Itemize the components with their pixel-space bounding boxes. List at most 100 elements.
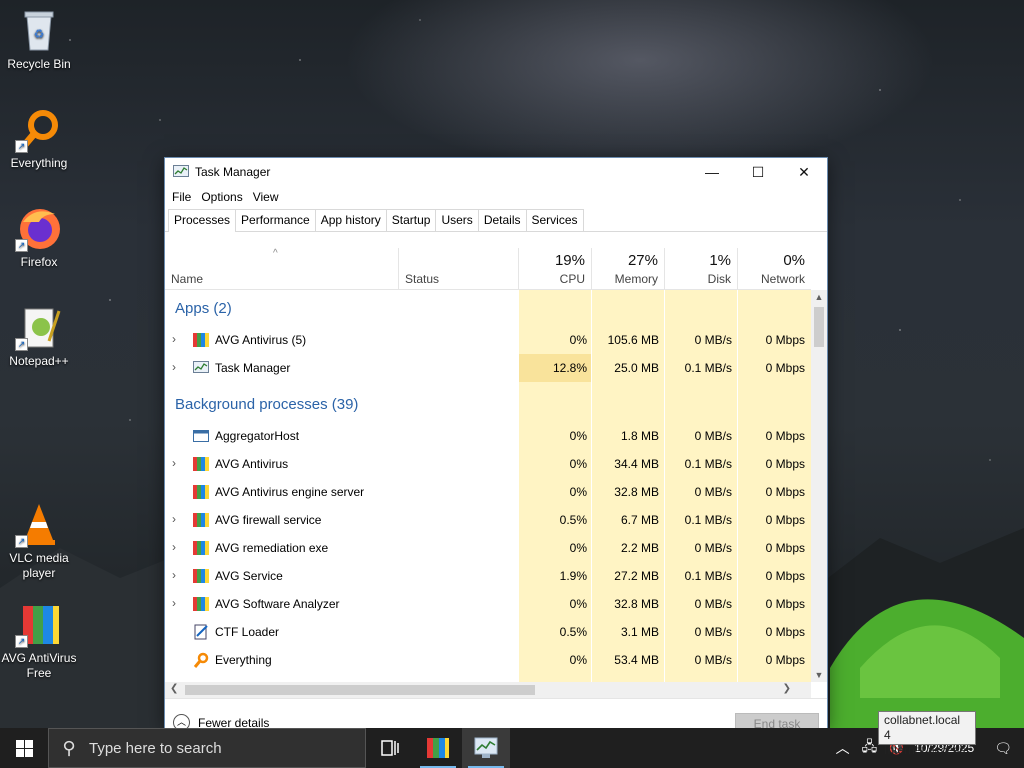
process-row[interactable]: › AVG Antivirus 0% 34.4 MB 0.1 MB/s 0 Mbps <box>165 450 811 478</box>
process-name: AVG remediation exe <box>215 541 329 555</box>
cpu-value: 0% <box>569 541 587 555</box>
taskbar-task-manager-button[interactable] <box>462 728 510 768</box>
group-header-apps: Apps (2) <box>175 300 232 317</box>
memory-value: 53.4 MB <box>614 653 659 667</box>
show-hidden-icons-icon[interactable]: ︿ <box>830 738 856 758</box>
cpu-value: 0% <box>569 597 587 611</box>
task-manager-icon <box>193 360 209 376</box>
vlc-icon: ↗ <box>15 500 63 548</box>
process-row[interactable]: › AVG Service 1.9% 27.2 MB 0.1 MB/s 0 Mbps <box>165 562 811 590</box>
sort-caret-icon: ^ <box>273 248 278 259</box>
column-header-memory[interactable]: 27% Memory <box>592 248 665 290</box>
menu-view[interactable]: View <box>248 190 284 204</box>
minimize-button[interactable]: — <box>689 158 735 186</box>
memory-value: 6.7 MB <box>620 513 659 527</box>
process-row[interactable]: › AVG remediation exe 0% 2.2 MB 0 MB/s 0 Mbps <box>165 534 811 562</box>
desktop-icon-notepadpp[interactable]: ↗ Notepad++ <box>0 303 78 369</box>
maximize-button[interactable]: ☐ <box>735 158 781 186</box>
column-header-row: ^ Name Status 19% CPU 27% Memory 1% Disk… <box>165 248 811 290</box>
process-row[interactable]: Everything 0% 53.4 MB 0 MB/s 0 Mbps <box>165 646 811 674</box>
desktop-icon-label: Everything <box>10 156 68 170</box>
network-value: 0 Mbps <box>765 541 805 555</box>
vertical-scroll-thumb[interactable] <box>814 307 824 347</box>
tab-app-history[interactable]: App history <box>314 209 387 231</box>
desktop-icon-everything[interactable]: ↗ Everything <box>0 105 78 171</box>
notifications-icon[interactable]: 🗨 <box>984 740 1024 757</box>
expand-chevron-icon[interactable]: › <box>172 596 176 610</box>
disk-value: 0 MB/s <box>694 653 732 667</box>
taskbar-search-box[interactable]: ⚲ Type here to search <box>48 728 366 768</box>
process-name: AVG firewall service <box>215 513 322 527</box>
app-window-icon <box>193 428 209 444</box>
title-bar[interactable]: Task Manager — ☐ ✕ <box>165 158 827 186</box>
start-button[interactable] <box>0 728 48 768</box>
column-header-network[interactable]: 0% Network <box>738 248 811 290</box>
tab-performance[interactable]: Performance <box>235 209 316 231</box>
process-name: AVG Antivirus <box>215 457 289 471</box>
tab-users[interactable]: Users <box>435 209 479 231</box>
tab-processes[interactable]: Processes <box>168 209 237 232</box>
process-name: AVG Antivirus engine server <box>215 485 365 499</box>
svg-text:♻: ♻ <box>34 27 45 41</box>
process-row[interactable]: CTF Loader 0.5% 3.1 MB 0 MB/s 0 Mbps <box>165 618 811 646</box>
process-list: Apps (2) › AVG Antivirus (5) 0% 105.6 MB 0 MB… <box>165 290 811 682</box>
everything-icon: ↗ <box>15 105 63 153</box>
column-header-name[interactable]: ^ Name <box>165 248 399 290</box>
expand-chevron-icon[interactable]: › <box>172 568 176 582</box>
task-manager-window[interactable]: Task Manager — ☐ ✕ File Options View Pro… <box>164 157 828 735</box>
windows-logo-icon <box>15 739 33 757</box>
avg-icon <box>193 456 209 472</box>
desktop-icon-vlc[interactable]: ↗ VLC media player <box>0 500 78 581</box>
tab-startup[interactable]: Startup <box>385 209 437 231</box>
column-header-disk[interactable]: 1% Disk <box>665 248 738 290</box>
scroll-up-icon[interactable]: ▲ <box>811 292 827 302</box>
network-value: 0 Mbps <box>765 333 805 347</box>
scroll-down-icon[interactable]: ▼ <box>811 670 827 680</box>
column-header-cpu[interactable]: 19% CPU <box>519 248 592 290</box>
window-title: Task Manager <box>195 165 271 179</box>
expand-chevron-icon[interactable]: › <box>172 540 176 554</box>
horizontal-scroll-thumb[interactable] <box>185 685 535 695</box>
menu-file[interactable]: File <box>167 190 196 204</box>
cpu-value: 0% <box>569 333 587 347</box>
process-row[interactable]: AggregatorHost 0% 1.8 MB 0 MB/s 0 Mbps <box>165 422 811 450</box>
process-row[interactable]: › Task Manager 12.8% 25.0 MB 0.1 MB/s 0 Mbps <box>165 354 811 382</box>
menu-bar: File Options View <box>165 186 827 208</box>
desktop-icon-recycle-bin[interactable]: ♻ Recycle Bin <box>0 6 78 72</box>
taskbar-avg-button[interactable] <box>414 728 462 768</box>
cpu-value: 1.9% <box>559 569 587 583</box>
disk-value: 0 MB/s <box>694 597 732 611</box>
desktop-icon-firefox[interactable]: ↗ Firefox <box>0 204 78 270</box>
scroll-right-icon[interactable]: ❯ <box>783 683 791 694</box>
process-row[interactable]: › AVG Software Analyzer 0% 32.8 MB 0 MB/s 0 M… <box>165 590 811 618</box>
recycle-bin-icon: ♻ <box>15 6 63 54</box>
avg-icon <box>193 540 209 556</box>
expand-chevron-icon[interactable]: › <box>172 332 176 346</box>
desktop-icon-avg[interactable]: ↗ AVG AntiVirus Free <box>0 600 78 681</box>
disk-value: 0.1 MB/s <box>684 457 732 471</box>
search-icon: ⚲ <box>62 737 76 758</box>
task-manager-icon <box>474 737 498 758</box>
expand-chevron-icon[interactable]: › <box>172 360 176 374</box>
group-header-background: Background processes (39) <box>175 396 359 413</box>
close-button[interactable]: ✕ <box>781 158 827 186</box>
task-view-button[interactable] <box>366 728 414 768</box>
process-row[interactable]: AVG Antivirus engine server 0% 32.8 MB 0 MB… <box>165 478 811 506</box>
disk-value: 0 MB/s <box>694 541 732 555</box>
network-value: 0 Mbps <box>765 653 805 667</box>
expand-chevron-icon[interactable]: › <box>172 456 176 470</box>
tab-details[interactable]: Details <box>477 209 527 231</box>
tab-services[interactable]: Services <box>525 209 584 231</box>
disk-value: 0 MB/s <box>694 485 732 499</box>
desktop-icon-label: VLC media player <box>9 551 69 580</box>
scroll-left-icon[interactable]: ❮ <box>170 683 178 694</box>
cpu-value: 0% <box>569 653 587 667</box>
process-row[interactable]: › AVG Antivirus (5) 0% 105.6 MB 0 MB/s 0 Mbps <box>165 326 811 354</box>
menu-options[interactable]: Options <box>196 190 247 204</box>
horizontal-scrollbar[interactable]: ❮ ❯ <box>165 682 811 698</box>
vertical-scrollbar[interactable]: ▲ ▼ <box>811 290 827 682</box>
avg-icon <box>427 738 449 758</box>
column-header-status[interactable]: Status <box>399 248 519 290</box>
process-row[interactable]: › AVG firewall service 0.5% 6.7 MB 0.1 MB/s 0… <box>165 506 811 534</box>
expand-chevron-icon[interactable]: › <box>172 512 176 526</box>
